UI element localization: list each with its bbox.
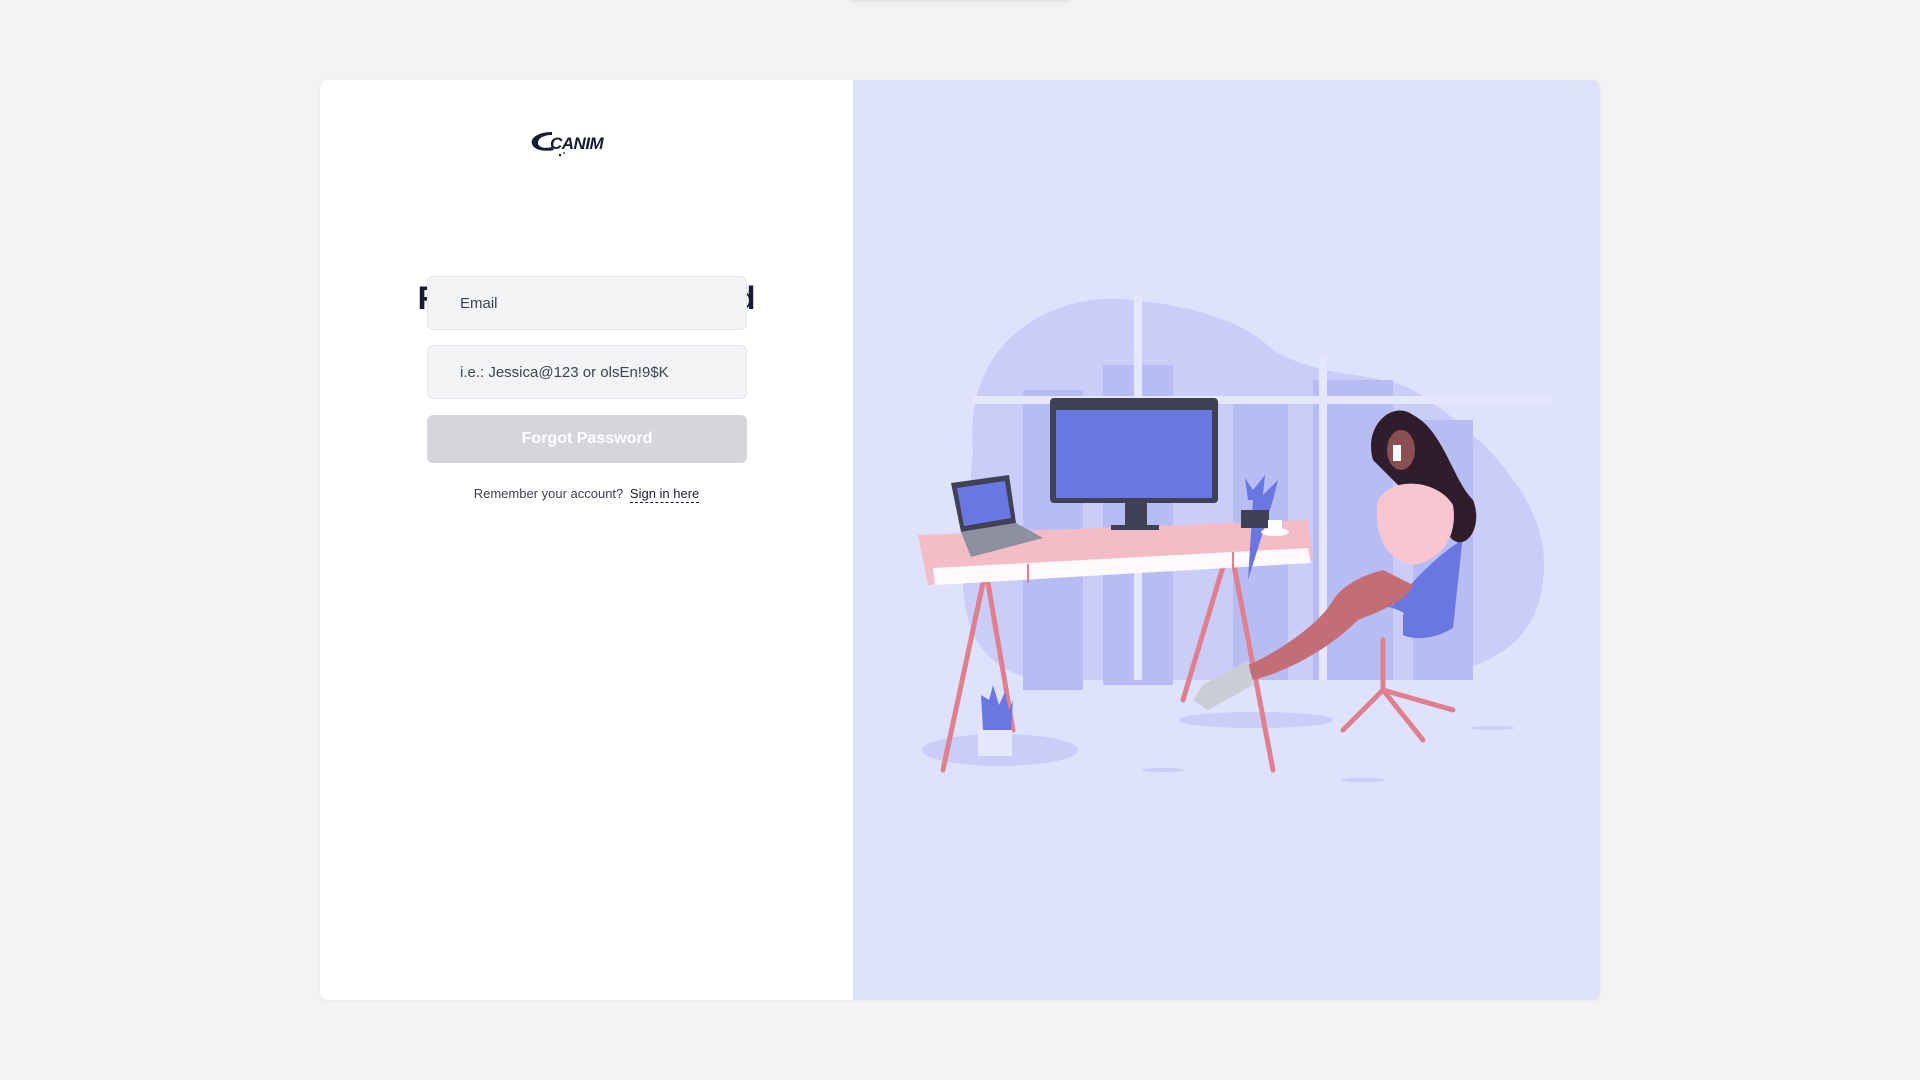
cactus-pot	[978, 730, 1012, 756]
floor-dash	[1341, 778, 1385, 782]
brand-logo: CANIM	[531, 132, 605, 157]
auth-card: CANIM Forgot your password Forgot Passwo…	[320, 80, 1600, 1000]
laptop-screen	[957, 481, 1011, 526]
phone-icon	[1393, 445, 1401, 461]
floor-shadow	[1178, 712, 1334, 728]
plant-pot	[1241, 510, 1269, 528]
svg-text:CANIM: CANIM	[550, 134, 605, 153]
remember-text: Remember your account?	[473, 486, 624, 501]
woman-at-desk-illustration	[918, 295, 1553, 782]
monitor-base	[1111, 525, 1159, 530]
illustration-panel	[853, 80, 1600, 1000]
cup-icon	[1268, 520, 1282, 531]
form-panel: CANIM Forgot your password Forgot Passwo…	[320, 80, 853, 1000]
sign-in-link[interactable]: Sign in here	[629, 486, 700, 503]
floor-dash	[1141, 768, 1185, 772]
floor-dash	[1471, 726, 1515, 730]
forgot-password-button[interactable]: Forgot Password	[427, 415, 747, 463]
monitor-stand	[1125, 503, 1147, 527]
email-input[interactable]	[427, 276, 747, 330]
password-input[interactable]	[427, 345, 747, 399]
remember-account-line: Remember your account? Sign in here	[320, 486, 853, 503]
monitor-screen	[1056, 410, 1212, 498]
top-bar-shadow	[850, 0, 1070, 2]
